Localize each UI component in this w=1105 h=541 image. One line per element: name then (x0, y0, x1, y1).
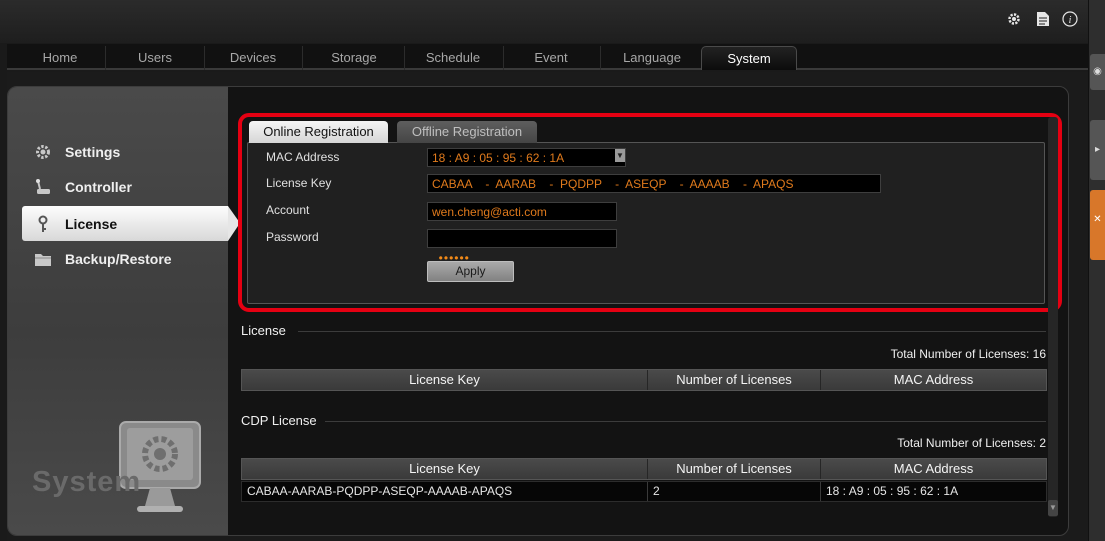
section-divider (325, 421, 1046, 422)
tab-system[interactable]: System (701, 46, 797, 70)
gear-icon (36, 145, 50, 159)
column-license-key[interactable]: License Key (242, 370, 647, 390)
rail-tab-play[interactable]: ▸ (1090, 120, 1105, 180)
top-bar (0, 0, 1088, 43)
cdp-section-title: CDP License (241, 413, 317, 428)
sidebar-item-label: License (65, 216, 118, 232)
rail-tab-eye[interactable]: ◉ (1090, 54, 1105, 90)
eye-icon: ◉ (1093, 66, 1102, 77)
tab-home[interactable]: Home (30, 46, 90, 70)
folder-icon (35, 254, 51, 266)
vertical-scrollbar[interactable] (1048, 117, 1058, 517)
column-mac-address[interactable]: MAC Address (821, 370, 1046, 390)
tab-language[interactable]: Language (612, 46, 692, 70)
info-icon[interactable]: i (1061, 11, 1079, 29)
sidebar-item-backup-restore[interactable]: Backup/Restore (34, 249, 214, 269)
document-icon[interactable] (1034, 11, 1052, 29)
tools-icon: ✕ (1093, 214, 1102, 225)
highlight-outline (238, 113, 1062, 312)
sidebar-item-license[interactable]: License (34, 214, 214, 234)
svg-text:i: i (1069, 15, 1072, 26)
joystick-icon (36, 179, 50, 194)
table-row[interactable]: CABAA-AARAB-PQDPP-ASEQP-AAAAB-APAQS 2 18… (241, 481, 1047, 502)
tab-devices[interactable]: Devices (222, 46, 284, 70)
cell-license-key: CABAA-AARAB-PQDPP-ASEQP-AAAAB-APAQS (247, 484, 513, 498)
cell-number-of-licenses: 2 (653, 484, 660, 498)
sidebar-item-label: Settings (65, 144, 121, 160)
tab-users[interactable]: Users (125, 46, 185, 70)
section-divider (298, 331, 1046, 332)
gear-icon[interactable] (1005, 11, 1023, 29)
tab-storage[interactable]: Storage (322, 46, 386, 70)
column-mac-address[interactable]: MAC Address (821, 459, 1046, 479)
cdp-total-count: Total Number of Licenses: 2 (897, 436, 1046, 450)
tab-schedule[interactable]: Schedule (418, 46, 488, 70)
license-section-title: License (241, 323, 286, 338)
scroll-down-icon[interactable]: ▼ (1048, 500, 1058, 516)
cdp-table-header: License Key Number of Licenses MAC Addre… (241, 458, 1047, 480)
cell-mac-address: 18 : A9 : 05 : 95 : 62 : 1A (826, 484, 959, 498)
rail-tab-tools[interactable]: ✕ (1090, 190, 1105, 260)
license-total-count: Total Number of Licenses: 16 (890, 347, 1046, 361)
tab-event[interactable]: Event (520, 46, 582, 70)
column-number-of-licenses[interactable]: Number of Licenses (648, 370, 820, 390)
sidebar-item-label: Controller (65, 179, 132, 195)
sidebar-item-settings[interactable]: Settings (34, 142, 214, 162)
sidebar-item-controller[interactable]: Controller (34, 177, 214, 197)
license-table-header: License Key Number of Licenses MAC Addre… (241, 369, 1047, 391)
column-number-of-licenses[interactable]: Number of Licenses (648, 459, 820, 479)
play-icon: ▸ (1094, 144, 1101, 155)
key-icon (38, 215, 48, 232)
sidebar-footer-label: System (32, 466, 142, 498)
sidebar-item-label: Backup/Restore (65, 251, 172, 267)
column-license-key[interactable]: License Key (242, 459, 647, 479)
